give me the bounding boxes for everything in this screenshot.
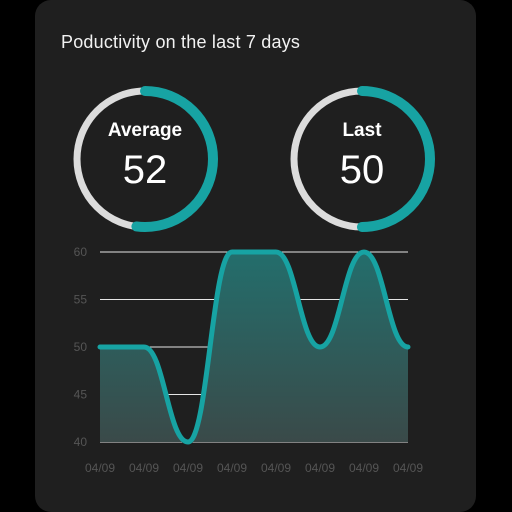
y-tick-label: 55 xyxy=(74,293,88,307)
x-tick-label: 04/09 xyxy=(349,461,379,475)
y-tick-label: 40 xyxy=(74,435,88,449)
last-gauge: Last 50 xyxy=(287,84,437,234)
x-tick-label: 04/09 xyxy=(261,461,291,475)
x-tick-label: 04/09 xyxy=(305,461,335,475)
y-tick-label: 60 xyxy=(74,245,88,259)
y-tick-label: 50 xyxy=(74,340,88,354)
productivity-chart: 40 45 50 55 60 04/09 04/09 04/09 04/09 04/09 04/09… xyxy=(35,230,476,480)
productivity-card: Poductivity on the last 7 days Average 5… xyxy=(35,0,476,512)
x-tick-label: 04/09 xyxy=(393,461,423,475)
x-tick-label: 04/09 xyxy=(173,461,203,475)
x-tick-label: 04/09 xyxy=(217,461,247,475)
average-label: Average xyxy=(107,120,183,141)
productivity-chart-svg: 40 45 50 55 60 04/09 04/09 04/09 04/09 04/09 04/09… xyxy=(74,245,424,475)
last-label: Last xyxy=(342,120,382,141)
card-title: Poductivity on the last 7 days xyxy=(61,32,301,52)
average-gauge: Average 52 xyxy=(70,84,220,234)
average-value: 52 xyxy=(122,148,168,192)
last-value: 50 xyxy=(339,148,385,192)
x-tick-label: 04/09 xyxy=(129,461,159,475)
x-tick-label: 04/09 xyxy=(85,461,115,475)
y-tick-label: 45 xyxy=(74,388,88,402)
